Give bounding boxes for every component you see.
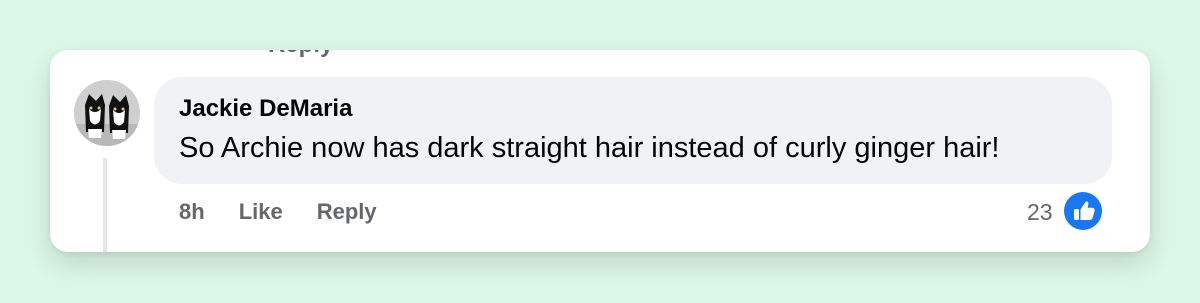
cats-avatar-image bbox=[74, 80, 140, 146]
like-button[interactable]: Like bbox=[239, 199, 283, 225]
previous-comment-reply-link[interactable]: Reply bbox=[268, 50, 333, 59]
comment-actions: 8h Like Reply bbox=[179, 197, 377, 227]
comment-bubble: Jackie DeMaria So Archie now has dark st… bbox=[154, 77, 1112, 184]
comment-text: So Archie now has dark straight hair ins… bbox=[179, 132, 1000, 164]
thumbs-up-icon[interactable] bbox=[1064, 192, 1102, 230]
comment-card: Reply Jackie DeMaria So Archie now bbox=[50, 50, 1150, 252]
avatar[interactable] bbox=[74, 80, 140, 146]
author-name[interactable]: Jackie DeMaria bbox=[179, 95, 352, 123]
timestamp-link[interactable]: 8h bbox=[179, 199, 205, 225]
reaction-count[interactable]: 23 bbox=[1027, 199, 1053, 226]
thread-line bbox=[103, 158, 107, 252]
reply-button[interactable]: Reply bbox=[317, 199, 377, 225]
thumbs-up-glyph bbox=[1074, 201, 1095, 220]
